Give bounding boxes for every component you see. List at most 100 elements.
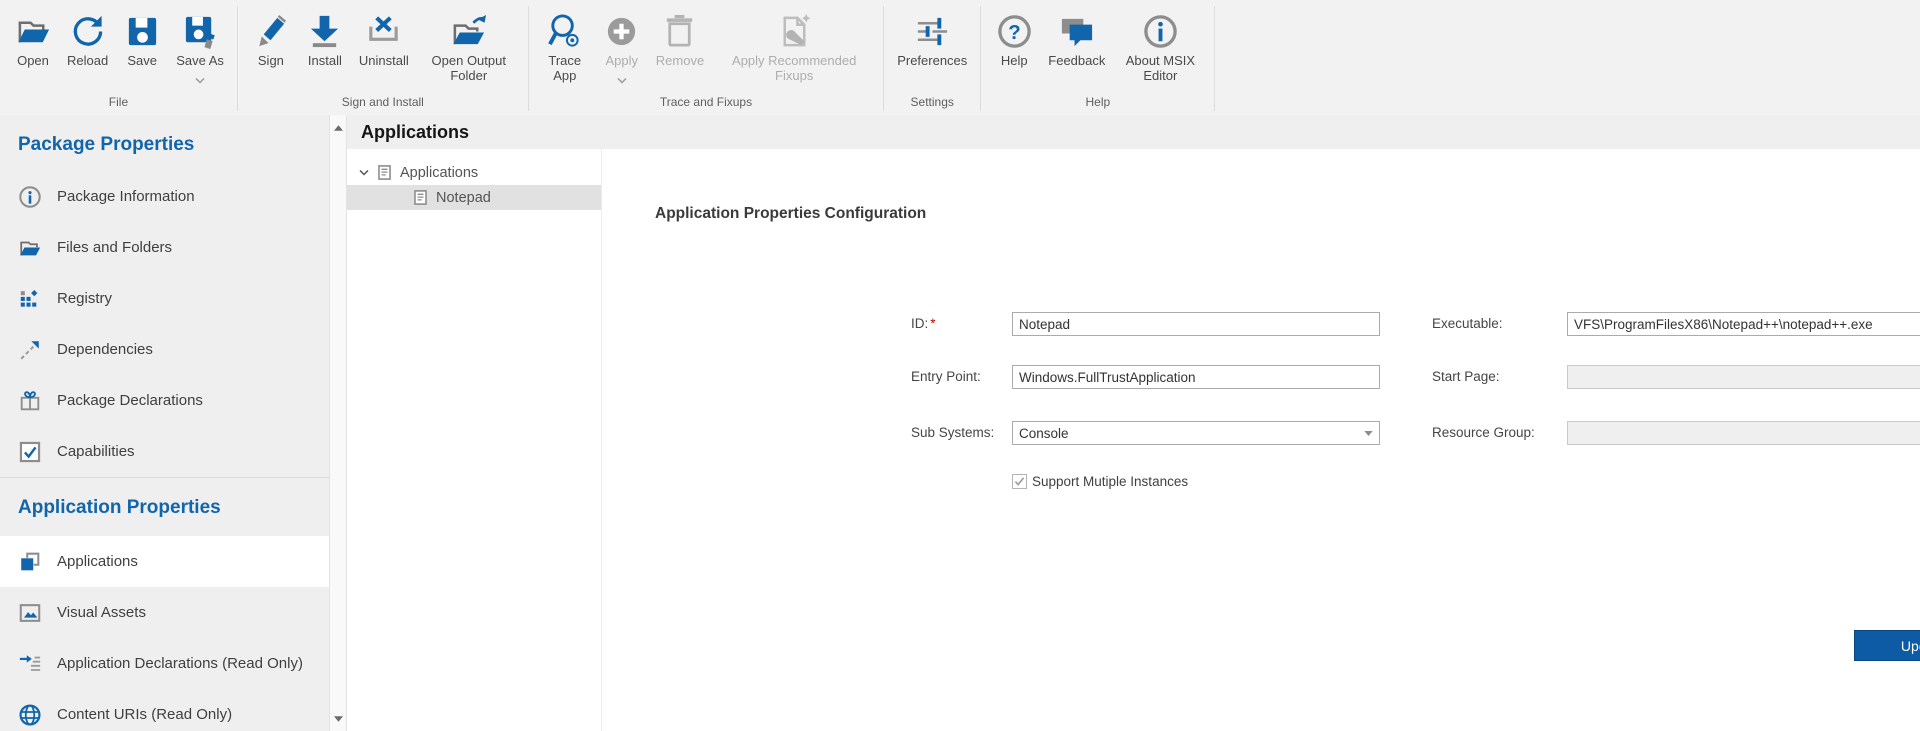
- trace-app-icon: [545, 10, 585, 52]
- ribbon-group-file: OpenReloadSaveSave AsFile: [0, 0, 237, 115]
- button-label: About MSIX Editor: [1119, 54, 1201, 83]
- open-button[interactable]: Open: [6, 8, 60, 71]
- chevron-down-icon[interactable]: [356, 170, 372, 176]
- page-title: Applications: [347, 115, 1920, 149]
- feedback-button[interactable]: Feedback: [1041, 8, 1112, 71]
- button-label: Save As: [176, 54, 224, 69]
- checkbox-check-icon: [1012, 474, 1027, 489]
- sidebar-item-dependencies[interactable]: Dependencies: [0, 324, 329, 375]
- entry-point-field[interactable]: [1012, 365, 1380, 389]
- sidebar-item-package-information[interactable]: Package Information: [0, 171, 329, 222]
- about-msix-editor-button[interactable]: About MSIX Editor: [1112, 8, 1208, 85]
- save-icon: [122, 10, 162, 52]
- sub-systems-combobox[interactable]: Console: [1012, 421, 1380, 445]
- uninstall-icon: [364, 10, 404, 52]
- package-declarations-icon: [18, 389, 42, 413]
- save-as-icon: [180, 10, 220, 52]
- open-output-folder-button[interactable]: Open Output Folder: [416, 8, 522, 85]
- reload-button[interactable]: Reload: [60, 8, 115, 71]
- tree-node-notepad[interactable]: Notepad: [347, 185, 601, 210]
- sidebar-item-label: Package Declarations: [57, 392, 203, 409]
- tree-node-label: Applications: [400, 165, 478, 181]
- preferences-icon: [912, 10, 952, 52]
- executable-combobox[interactable]: VFS\ProgramFilesX86\Notepad++\notepad++.…: [1567, 312, 1920, 336]
- about-icon: [1140, 10, 1180, 52]
- ribbon-group-label: Sign and Install: [244, 95, 522, 115]
- sidebar-scrollbar[interactable]: [329, 115, 347, 731]
- help-button[interactable]: ? Help: [987, 8, 1041, 71]
- ribbon-group-trace-and-fixups: Trace App Apply Remove Apply Recommended Fi…: [529, 0, 883, 115]
- save-button[interactable]: Save: [115, 8, 169, 71]
- sidebar-item-label: Registry: [57, 290, 112, 307]
- uninstall-button[interactable]: Uninstall: [352, 8, 416, 71]
- form-heading: Application Properties Configuration: [655, 205, 926, 223]
- sidebar-nav: Package Properties Package Information Fil…: [0, 115, 329, 731]
- start-page-field: [1567, 365, 1920, 389]
- button-label: Trace App: [542, 54, 588, 83]
- tree-node-label: Notepad: [436, 190, 491, 206]
- scroll-up-arrow-icon[interactable]: [330, 115, 346, 140]
- sidebar-item-application-declarations-read-only[interactable]: Application Declarations (Read Only): [0, 638, 329, 689]
- chevron-down-icon[interactable]: [617, 71, 627, 77]
- sidebar-item-label: Files and Folders: [57, 239, 172, 256]
- open-output-folder-icon: [449, 10, 489, 52]
- remove-icon: [660, 10, 700, 52]
- button-label: Preferences: [897, 54, 967, 69]
- applications-tree: Applications Notepad: [347, 149, 602, 731]
- sign-button[interactable]: Sign: [244, 8, 298, 71]
- help-icon: ?: [994, 10, 1034, 52]
- entry-point-label: Entry Point:: [911, 365, 981, 389]
- start-page-label: Start Page:: [1432, 365, 1500, 389]
- chevron-down-icon: [1364, 431, 1373, 436]
- chevron-down-icon[interactable]: [195, 71, 205, 77]
- tree-node-applications[interactable]: Applications: [347, 160, 601, 185]
- main-content: Applications Applications Notepad Applic…: [347, 115, 1920, 731]
- button-label: Help: [1001, 54, 1028, 69]
- sidebar-heading-package-properties: Package Properties: [0, 115, 329, 157]
- sidebar-item-applications[interactable]: Applications: [0, 536, 329, 587]
- sidebar-item-label: Package Information: [57, 188, 195, 205]
- sidebar-item-label: Applications: [57, 553, 138, 570]
- button-label: Sign: [258, 54, 284, 69]
- preferences-button[interactable]: Preferences: [890, 8, 974, 71]
- executable-value: VFS\ProgramFilesX86\Notepad++\notepad++.…: [1574, 317, 1873, 332]
- document-icon: [412, 189, 429, 206]
- trace-app-button[interactable]: Trace App: [535, 8, 595, 85]
- app-declarations-icon: [18, 652, 42, 676]
- sidebar-item-package-declarations[interactable]: Package Declarations: [0, 375, 329, 426]
- install-button[interactable]: Install: [298, 8, 352, 71]
- sidebar-item-label: Visual Assets: [57, 604, 146, 621]
- button-label: Apply: [606, 54, 639, 69]
- button-label: Save: [127, 54, 157, 69]
- apply-recommended-fixups-button[interactable]: Apply Recommended Fixups: [711, 8, 877, 85]
- scroll-down-arrow-icon[interactable]: [330, 706, 346, 731]
- button-label: Apply Recommended Fixups: [718, 54, 870, 83]
- visual-assets-icon: [18, 601, 42, 625]
- apply-fixups-icon: [774, 10, 814, 52]
- registry-icon: [18, 287, 42, 311]
- sidebar-item-label: Dependencies: [57, 341, 153, 358]
- files-folders-icon: [18, 236, 42, 260]
- install-icon: [305, 10, 345, 52]
- id-field[interactable]: [1012, 312, 1380, 336]
- sidebar-item-label: Content URIs (Read Only): [57, 706, 232, 723]
- save-as-button[interactable]: Save As: [169, 8, 231, 79]
- support-multiple-instances-checkbox[interactable]: Support Mutiple Instances: [1012, 474, 1188, 489]
- ribbon-toolbar: OpenReloadSaveSave AsFileSignInstallUnin…: [0, 0, 1920, 116]
- id-label: ID:*: [911, 312, 936, 336]
- ribbon-group-label: Trace and Fixups: [535, 95, 877, 115]
- apply-button[interactable]: Apply: [595, 8, 649, 79]
- sidebar-item-files-and-folders[interactable]: Files and Folders: [0, 222, 329, 273]
- button-label: Remove: [656, 54, 704, 69]
- sidebar-heading-application-properties: Application Properties: [0, 478, 329, 520]
- button-label: Open: [17, 54, 49, 69]
- update-button[interactable]: Update: [1854, 630, 1920, 661]
- button-label: Open Output Folder: [423, 54, 515, 83]
- sidebar-item-registry[interactable]: Registry: [0, 273, 329, 324]
- remove-button[interactable]: Remove: [649, 8, 711, 71]
- sidebar-item-content-uris-read-only[interactable]: Content URIs (Read Only): [0, 689, 329, 731]
- sidebar-item-capabilities[interactable]: Capabilities: [0, 426, 329, 477]
- svg-text:?: ?: [1008, 20, 1020, 43]
- sidebar-item-visual-assets[interactable]: Visual Assets: [0, 587, 329, 638]
- checkbox-label: Support Mutiple Instances: [1032, 474, 1188, 489]
